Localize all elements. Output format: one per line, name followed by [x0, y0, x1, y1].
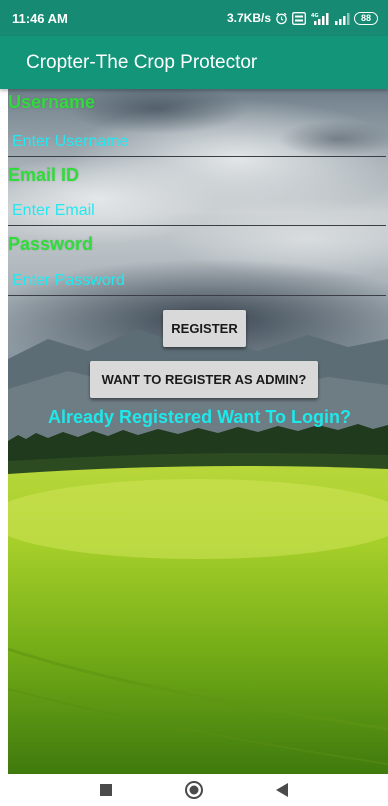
email-input[interactable]	[8, 196, 386, 226]
register-button[interactable]: REGISTER	[163, 310, 246, 347]
register-screen: 11:46 AM 3.7KB/s 4G 88 Cropter-The Crop …	[0, 0, 388, 806]
network-speed: 3.7KB/s	[226, 11, 271, 25]
volte-icon	[292, 11, 306, 25]
login-link[interactable]: Already Registered Want To Login?	[48, 407, 351, 428]
back-triangle-icon[interactable]	[271, 779, 293, 801]
alarm-icon	[275, 12, 288, 25]
username-label: Username	[8, 92, 96, 112]
signal-4g-icon: 4G	[310, 12, 330, 25]
username-input[interactable]	[8, 127, 386, 157]
navigation-bar	[0, 774, 388, 806]
status-time: 11:46 AM	[12, 10, 68, 26]
status-indicators: 3.7KB/s 4G 88	[227, 11, 378, 25]
signal-icon	[334, 12, 350, 25]
password-input[interactable]	[8, 266, 386, 296]
registration-form: Username Email ID Password REGISTER WANT…	[8, 89, 388, 774]
home-circle-icon[interactable]	[183, 779, 205, 801]
register-as-admin-button[interactable]: WANT TO REGISTER AS ADMIN?	[90, 361, 318, 398]
password-label: Password	[8, 234, 94, 254]
svg-text:4G: 4G	[311, 13, 319, 19]
status-bar: 11:46 AM 3.7KB/s 4G 88	[0, 0, 388, 36]
recents-square-icon[interactable]	[95, 779, 117, 801]
app-title: Cropter-The Crop Protector	[26, 51, 258, 73]
app-bar: Cropter-The Crop Protector	[0, 36, 388, 89]
battery-icon: 88	[354, 11, 378, 25]
email-label: Email ID	[8, 165, 80, 185]
